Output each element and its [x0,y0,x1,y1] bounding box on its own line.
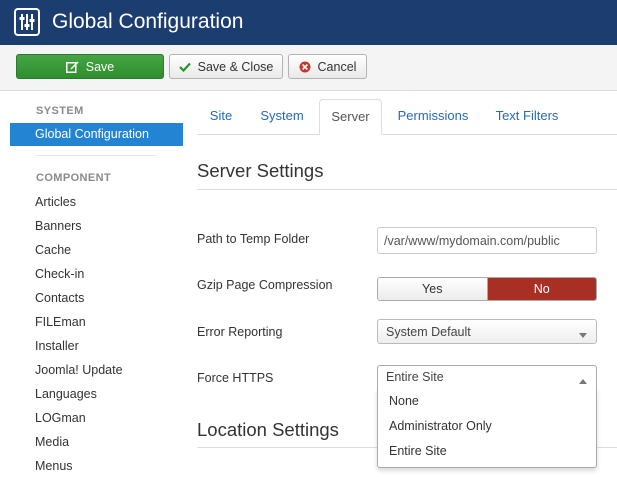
sidebar-divider [36,155,156,156]
caret-down-icon [579,328,587,342]
save-label: Save [85,59,115,74]
gzip-yes-button[interactable]: Yes [378,278,488,300]
sidebar-item-banners[interactable]: Banners [35,218,82,234]
sidebar-heading-system: SYSTEM [36,105,84,117]
tab-permissions[interactable]: Permissions [390,99,476,135]
cancel-label: Cancel [317,59,357,74]
sidebar-item-cache[interactable]: Cache [35,242,71,258]
sidebar-item-articles[interactable]: Articles [35,194,76,210]
checkmark-icon [178,62,191,72]
edit-icon [65,61,79,73]
cancel-button[interactable]: Cancel [288,54,367,79]
error-reporting-value: System Default [386,324,471,339]
sidebar-item-languages[interactable]: Languages [35,386,97,402]
temp-folder-label: Path to Temp Folder [197,232,310,246]
option-administrator-only[interactable]: Administrator Only [389,419,492,433]
sidebar-item-joomla-update[interactable]: Joomla! Update [35,362,123,378]
option-entire-site[interactable]: Entire Site [389,444,447,458]
section-title-server: Server Settings [197,160,324,181]
force-https-dropdown: None Administrator Only Entire Site [377,388,597,468]
gzip-label: Gzip Page Compression [197,278,333,292]
gzip-toggle: Yes No [377,277,597,301]
tab-server[interactable]: Server [319,99,382,135]
force-https-label: Force HTTPS [197,371,274,385]
caret-up-icon [579,374,587,388]
section-title-location: Location Settings [197,419,339,440]
option-none[interactable]: None [389,394,419,408]
sidebar: SYSTEM Global Configuration COMPONENT Ar… [0,90,190,477]
sidebar-item-installer[interactable]: Installer [35,338,79,354]
app-header: Global Configuration [0,0,617,45]
tab-text-filters[interactable]: Text Filters [487,99,567,135]
force-https-select[interactable]: Entire Site [377,365,597,389]
sliders-icon [14,8,40,36]
sidebar-item-media[interactable]: Media [35,434,69,450]
sidebar-heading-component: COMPONENT [36,172,112,184]
gzip-no-button[interactable]: No [487,278,596,300]
error-reporting-label: Error Reporting [197,325,283,339]
save-button[interactable]: Save [16,54,164,79]
cancel-icon [299,61,311,73]
save-close-label: Save & Close [197,59,274,74]
sidebar-item-check-in[interactable]: Check-in [35,266,84,282]
tab-system[interactable]: System [252,99,312,135]
sidebar-item-menus[interactable]: Menus [35,458,73,474]
sidebar-item-global-configuration[interactable]: Global Configuration [10,123,183,146]
save-close-button[interactable]: Save & Close [169,54,283,79]
section-rule-server [197,189,617,190]
tab-site[interactable]: Site [199,99,243,135]
error-reporting-select[interactable]: System Default [377,319,597,344]
sidebar-item-fileman[interactable]: FILEman [35,314,86,330]
sidebar-item-contacts[interactable]: Contacts [35,290,84,306]
tab-bar: Site System Server Permissions Text Filt… [197,99,617,135]
page-title: Global Configuration [52,10,244,33]
toolbar: Save Save & Close Cancel [0,45,617,91]
force-https-value: Entire Site [386,370,444,384]
temp-folder-input[interactable] [377,227,597,254]
sidebar-item-logman[interactable]: LOGman [35,410,86,426]
